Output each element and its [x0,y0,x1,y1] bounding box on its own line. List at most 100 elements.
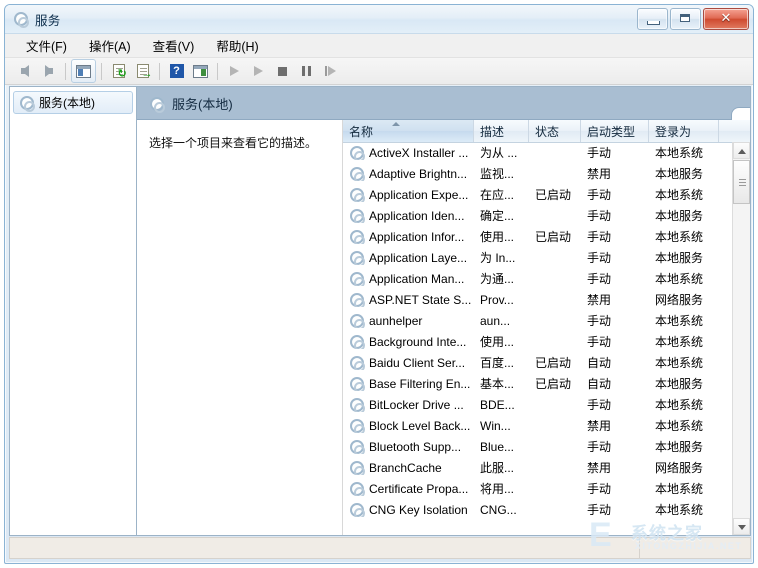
cell-description: 使用... [480,335,515,349]
cell-name: Block Level Back... [343,418,474,433]
cell-logon: 本地服务 [655,440,704,454]
cell-logon: 本地服务 [655,377,704,391]
cell-description: 将用... [480,482,515,496]
menu-help[interactable]: 帮助(H) [205,34,269,57]
column-header-status[interactable]: 状态 [529,120,581,142]
service-row[interactable]: Bluetooth Supp... Blue... 手动 本地服务 [343,436,750,457]
help-button[interactable]: ? [165,60,188,82]
services-gear-icon [349,334,365,349]
service-row[interactable]: ASP.NET State S... Prov... 禁用 网络服务 [343,289,750,310]
scrollbar-thumb[interactable] [733,160,750,204]
menu-action[interactable]: 操作(A) [78,34,142,57]
service-row[interactable]: CNG Key Isolation CNG... 手动 本地系统 [343,499,750,520]
service-row[interactable]: Application Expe... 在应... 已启动 手动 本地系统 [343,184,750,205]
service-row[interactable]: Adaptive Brightn... 监视... 禁用 本地服务 [343,163,750,184]
forward-button[interactable] [37,60,60,82]
export-icon: → [136,64,153,80]
service-row[interactable]: aunhelper aun... 手动 本地系统 [343,310,750,331]
maximize-button[interactable] [670,8,701,30]
export-list-button[interactable]: → [131,60,154,82]
service-row[interactable]: ActiveX Installer ... 为从 ... 手动 本地系统 [343,142,750,163]
menu-view[interactable]: 查看(V) [142,34,206,57]
service-row[interactable]: Baidu Client Ser... 百度... 已启动 自动 本地系统 [343,352,750,373]
service-row[interactable]: Certificate Propa... 将用... 手动 本地系统 [343,478,750,499]
cell-startup: 手动 [587,146,612,160]
service-row[interactable]: Application Laye... 为 In... 手动 本地服务 [343,247,750,268]
services-window: 服务 ✕ 文件(F) 操作(A) 查看(V) 帮助(H) ↻ → ? 服务(本地… [4,4,754,564]
service-row[interactable]: BitLocker Drive ... BDE... 手动 本地系统 [343,394,750,415]
cell-startup: 手动 [587,230,612,244]
service-row[interactable]: Block Level Back... Win... 禁用 本地系统 [343,415,750,436]
tree-node-services-local[interactable]: 服务(本地) [13,91,133,114]
show-hide-tree-button[interactable] [71,59,96,83]
cell-logon: 本地服务 [655,209,704,223]
back-button[interactable] [13,60,36,82]
window-title: 服务 [35,13,61,28]
service-name-label: Base Filtering En... [369,376,471,391]
play-outline-icon [254,66,263,76]
properties-button[interactable] [189,60,212,82]
cell-description: 百度... [480,356,515,370]
services-list: 名称 描述 状态 启动类型 登录为 ActiveX Installer ... 为从 ..… [342,120,750,535]
cell-status: 已启动 [535,188,572,202]
toolbar-separator [217,62,218,80]
cell-logon: 本地系统 [655,503,704,517]
cell-status: 已启动 [535,377,572,391]
title-bar: 服务 ✕ [5,5,753,34]
service-row[interactable]: Application Infor... 使用... 已启动 手动 本地系统 [343,226,750,247]
pane-body: 选择一个项目来查看它的描述。 名称 描述 状态 启动类型 登录为 ActiveX Ins… [137,120,750,535]
service-row[interactable]: BranchCache 此服... 禁用 网络服务 [343,457,750,478]
cell-description: 此服... [480,461,515,475]
column-header-label: 状态 [535,124,560,139]
scroll-up-button[interactable] [733,142,750,159]
stop-service-button[interactable] [271,60,294,82]
minimize-icon [647,21,660,25]
services-gear-icon [349,481,365,496]
cell-description: BDE... [480,397,515,412]
list-vertical-scrollbar[interactable] [732,142,750,535]
service-name-label: Certificate Propa... [369,481,469,496]
console-tree-icon [76,64,91,78]
help-icon: ? [169,64,184,78]
service-name-label: Application Expe... [369,187,469,202]
service-row[interactable]: Background Inte... 使用... 手动 本地系统 [343,331,750,352]
service-name-label: ActiveX Installer ... [369,145,469,160]
cell-startup: 手动 [587,482,612,496]
restart-icon [324,66,337,76]
resume-service-button[interactable] [247,60,270,82]
cell-name: Background Inte... [343,334,474,349]
services-gear-icon [349,292,365,307]
pause-service-button[interactable] [295,60,318,82]
service-name-label: ASP.NET State S... [369,292,472,307]
cell-startup: 自动 [587,356,612,370]
restart-service-button[interactable] [319,60,342,82]
cell-startup: 禁用 [587,293,612,307]
toolbar-separator [159,62,160,80]
menu-file[interactable]: 文件(F) [15,34,78,57]
cell-name: aunhelper [343,313,474,328]
refresh-button[interactable]: ↻ [107,60,130,82]
toolbar-separator [65,62,66,80]
column-header-description[interactable]: 描述 [474,120,529,142]
scroll-down-button[interactable] [733,518,750,535]
cell-name: Application Expe... [343,187,474,202]
services-gear-icon [149,96,165,113]
cell-startup: 手动 [587,440,612,454]
tree-node-label: 服务(本地) [39,96,95,110]
start-service-button[interactable] [223,60,246,82]
service-row[interactable]: Application Man... 为通... 手动 本地系统 [343,268,750,289]
arrow-left-icon [20,65,29,77]
services-gear-icon [349,145,365,160]
column-header-startup[interactable]: 启动类型 [581,120,649,142]
close-button[interactable]: ✕ [703,8,749,30]
services-gear-icon [349,271,365,286]
service-name-label: Block Level Back... [369,418,471,433]
service-row[interactable]: Application Iden... 确定... 手动 本地服务 [343,205,750,226]
minimize-button[interactable] [637,8,668,30]
service-row[interactable]: Base Filtering En... 基本... 已启动 自动 本地服务 [343,373,750,394]
service-name-label: Application Man... [369,271,465,286]
column-header-name[interactable]: 名称 [343,120,474,142]
cell-startup: 手动 [587,251,612,265]
console-tree-pane: 服务(本地) [9,86,137,536]
column-header-logon[interactable]: 登录为 [649,120,719,142]
